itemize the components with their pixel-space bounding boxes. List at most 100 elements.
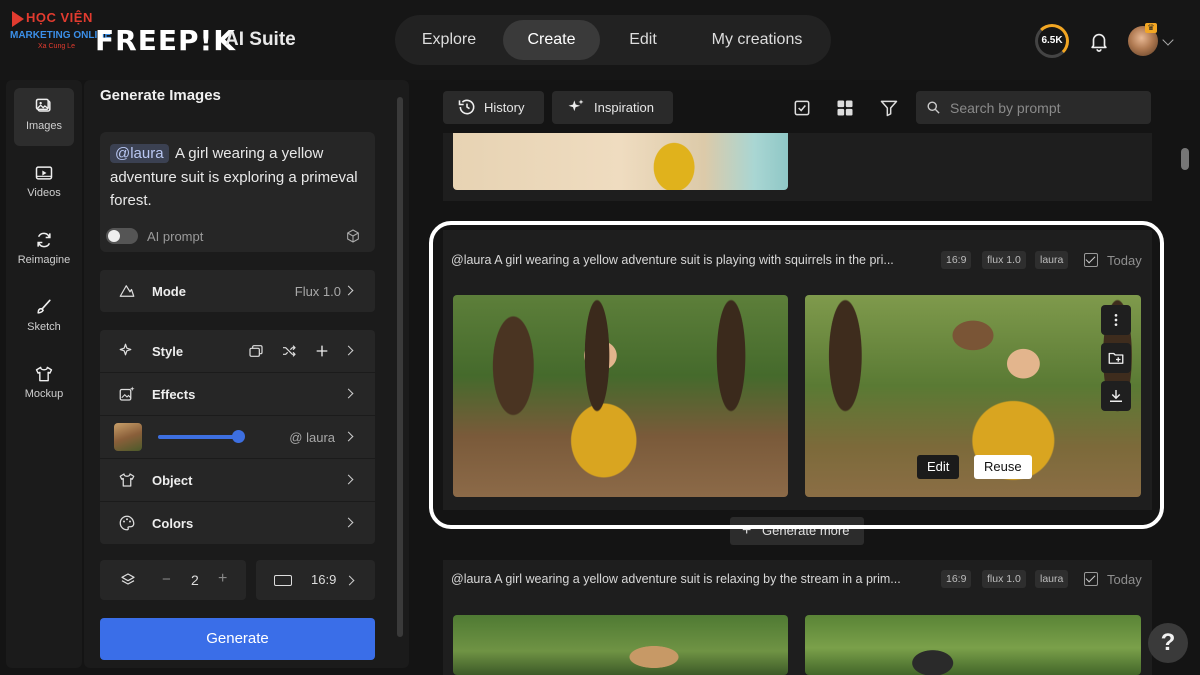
- image-count-stepper[interactable]: − 2 +: [100, 560, 246, 600]
- mention-chip[interactable]: @laura: [110, 144, 169, 163]
- plus-icon[interactable]: [314, 343, 330, 359]
- style-label: Style: [152, 344, 184, 359]
- shuffle-icon[interactable]: [281, 343, 297, 359]
- generation-date: Today: [1107, 253, 1142, 268]
- aspect-ratio-select[interactable]: 16:9: [256, 560, 375, 600]
- suite-label: AI Suite: [225, 29, 296, 50]
- folder-plus-icon: [1108, 352, 1124, 364]
- ai-prompt-toggle[interactable]: [106, 228, 138, 244]
- tag-character: laura: [1035, 570, 1069, 588]
- generate-more-label: Generate more: [762, 523, 850, 538]
- chevron-down-icon[interactable]: [1162, 34, 1174, 46]
- generated-image[interactable]: [453, 615, 788, 675]
- mode-row[interactable]: Mode Flux 1.0: [100, 270, 375, 312]
- watermark-line3: Xa Cung Le: [38, 43, 75, 50]
- inspiration-label: Inspiration: [594, 100, 654, 115]
- cube-icon[interactable]: [345, 228, 361, 244]
- generated-image[interactable]: [453, 295, 788, 497]
- search-box[interactable]: [916, 91, 1151, 124]
- mode-value: Flux 1.0: [294, 284, 341, 299]
- bell-icon[interactable]: [1088, 30, 1110, 52]
- generated-image[interactable]: Edit Reuse: [805, 295, 1141, 497]
- generate-button[interactable]: Generate: [100, 618, 375, 660]
- top-bar: HỌC VIỆN MARKETING ONLINE Xa Cung Le FRE…: [0, 0, 1200, 80]
- help-button[interactable]: ?: [1148, 623, 1188, 663]
- brand-logo[interactable]: FREEP!K: [95, 24, 236, 57]
- nav-explore[interactable]: Explore: [407, 20, 491, 60]
- colors-label: Colors: [152, 516, 194, 531]
- object-icon: [119, 473, 135, 487]
- more-vertical-icon: [1114, 314, 1118, 326]
- panel-title: Generate Images: [100, 87, 221, 104]
- aspect-ratio-value: 16:9: [311, 572, 337, 587]
- tag-ratio: 16:9: [941, 251, 972, 269]
- generation-date: Today: [1107, 572, 1142, 587]
- generated-image[interactable]: [805, 615, 1141, 675]
- generation-card: @laura A girl wearing a yellow adventure…: [443, 230, 1152, 510]
- inspiration-button[interactable]: Inspiration: [552, 91, 673, 124]
- rail-label-sketch: Sketch: [27, 321, 61, 333]
- generation-prompt[interactable]: @laura A girl wearing a yellow adventure…: [451, 253, 933, 267]
- rail-item-images[interactable]: Images: [14, 88, 74, 146]
- nav-create[interactable]: Create: [503, 20, 600, 60]
- nav-my-creations[interactable]: My creations: [695, 20, 819, 60]
- mode-label: Mode: [152, 284, 186, 299]
- tag-character: laura: [1035, 251, 1069, 269]
- prompt-box[interactable]: @laura A girl wearing a yellow adventure…: [100, 132, 375, 252]
- effects-label: Effects: [152, 387, 196, 402]
- rail-label-videos: Videos: [27, 187, 61, 199]
- style-row[interactable]: Style: [100, 330, 375, 372]
- filter-icon[interactable]: [879, 98, 899, 118]
- watermark-line1: HỌC VIỆN: [26, 10, 93, 25]
- tag-ratio: 16:9: [941, 570, 972, 588]
- increment-button[interactable]: +: [218, 570, 227, 588]
- select-checkbox[interactable]: [1084, 253, 1098, 267]
- style-gallery-icon[interactable]: [248, 343, 264, 359]
- history-label: History: [484, 100, 525, 115]
- rail-item-mockup[interactable]: Mockup: [14, 356, 74, 414]
- main-nav: Explore Create Edit My creations: [395, 15, 831, 65]
- rail-item-videos[interactable]: Videos: [14, 155, 74, 213]
- generated-image[interactable]: [453, 133, 788, 190]
- main-scrollbar[interactable]: [1181, 148, 1189, 170]
- effects-row[interactable]: Effects: [100, 373, 375, 415]
- search-input[interactable]: [950, 91, 1145, 124]
- tool-rail: Images Videos Reimagine Sketch Mockup: [6, 80, 82, 668]
- credits-badge[interactable]: 6.5K: [1035, 24, 1069, 58]
- aspect-ratio-icon: [274, 575, 292, 586]
- generation-prompt[interactable]: @laura A girl wearing a yellow adventure…: [451, 572, 933, 586]
- reuse-button[interactable]: Reuse: [974, 455, 1032, 479]
- rail-label-reimagine: Reimagine: [17, 254, 71, 266]
- video-icon: [35, 166, 53, 180]
- plus-icon: +: [742, 522, 752, 539]
- rail-label-images: Images: [25, 120, 63, 132]
- colors-row[interactable]: Colors: [100, 502, 375, 544]
- panel-scrollbar[interactable]: [397, 97, 403, 637]
- tag-model: flux 1.0: [982, 570, 1026, 588]
- grid-icon[interactable]: [835, 98, 855, 118]
- edit-button[interactable]: Edit: [917, 455, 960, 479]
- select-checkbox[interactable]: [1084, 572, 1098, 586]
- chevron-right-icon: [343, 474, 354, 485]
- generate-panel: Generate Images @laura A girl wearing a …: [84, 80, 409, 668]
- save-to-folder-button[interactable]: [1101, 343, 1131, 373]
- character-value: @ laura: [289, 430, 335, 445]
- character-row[interactable]: @ laura: [100, 416, 375, 458]
- object-row[interactable]: Object: [100, 459, 375, 501]
- chevron-right-icon: [343, 431, 354, 442]
- crown-icon: ♛: [1145, 23, 1157, 33]
- decrement-button[interactable]: −: [162, 571, 171, 588]
- rail-item-sketch[interactable]: Sketch: [14, 289, 74, 347]
- character-strength-slider[interactable]: [158, 435, 239, 439]
- previous-generation-card: [443, 133, 1152, 201]
- download-button[interactable]: [1101, 381, 1131, 411]
- more-options-button[interactable]: [1101, 305, 1131, 335]
- nav-edit[interactable]: Edit: [610, 20, 676, 60]
- prompt-input[interactable]: @laura A girl wearing a yellow adventure…: [110, 142, 365, 213]
- slider-handle[interactable]: [232, 430, 245, 443]
- select-checkbox-icon[interactable]: [792, 98, 812, 118]
- generate-more-button[interactable]: + Generate more: [730, 517, 864, 545]
- rail-item-reimagine[interactable]: Reimagine: [14, 222, 74, 280]
- image-count: 2: [191, 572, 199, 588]
- history-button[interactable]: History: [443, 91, 544, 124]
